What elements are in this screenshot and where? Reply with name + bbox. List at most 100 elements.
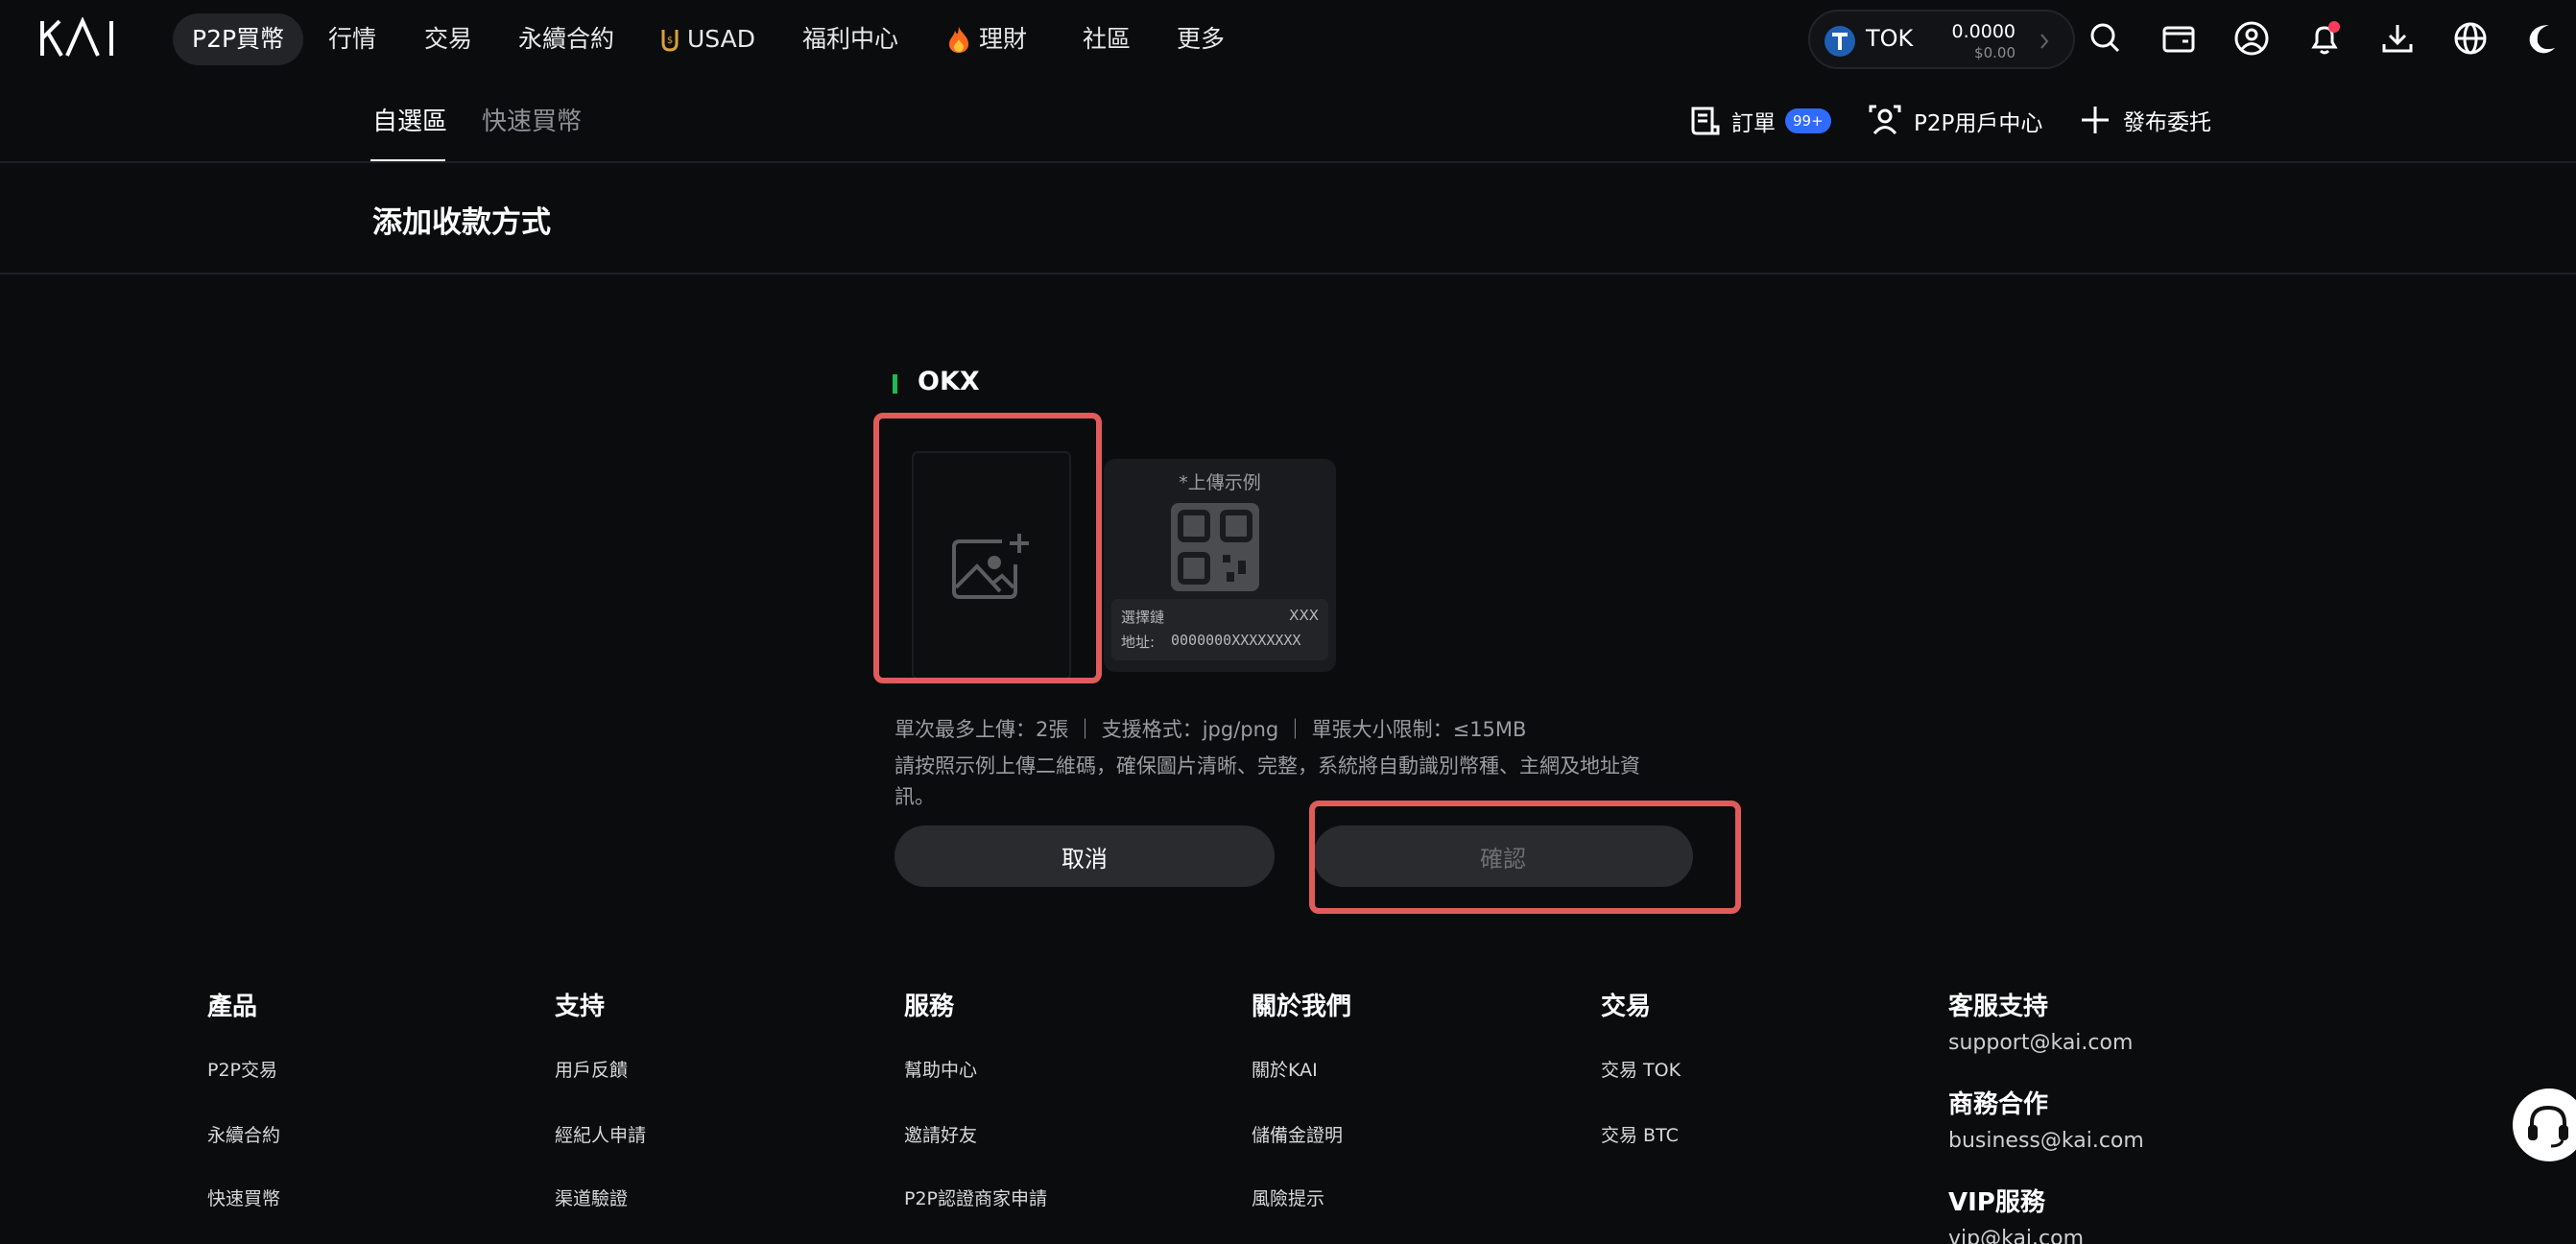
fire-icon bbox=[949, 27, 968, 53]
kai-logo-icon bbox=[40, 17, 113, 58]
footer-contact-email[interactable]: support@kai.com bbox=[1948, 1031, 2133, 1055]
qr-code-icon bbox=[1171, 503, 1259, 591]
footer-contact-email[interactable]: vip@kai.com bbox=[1948, 1227, 2084, 1244]
download-button[interactable] bbox=[2378, 19, 2417, 58]
sample-address-label: 地址: bbox=[1121, 634, 1156, 651]
nav-p2p[interactable]: P2P買幣 bbox=[173, 13, 304, 65]
upload-instruction-hint-cont: 訊。 bbox=[894, 785, 935, 808]
kai-logo[interactable] bbox=[38, 17, 125, 60]
footer-contact-title: 客服支持 bbox=[1948, 993, 2049, 1021]
footer-link[interactable]: 邀請好友 bbox=[904, 1121, 977, 1147]
subnav-divider bbox=[0, 161, 2576, 163]
sample-title: *上傳示例 bbox=[1179, 472, 1261, 493]
footer-contact-title: 商務合作 bbox=[1948, 1090, 2049, 1119]
footer-contact-email[interactable]: business@kai.com bbox=[1948, 1129, 2144, 1153]
language-button[interactable] bbox=[2451, 19, 2490, 58]
footer-link[interactable]: 永續合約 bbox=[207, 1121, 280, 1147]
chevron-right-icon bbox=[2040, 34, 2049, 49]
nav-label: 福利中心 bbox=[802, 25, 899, 53]
customer-support-button[interactable] bbox=[2513, 1088, 2576, 1161]
nav-usad[interactable]: $ USAD bbox=[660, 13, 755, 65]
user-center-icon bbox=[1869, 105, 1901, 135]
orders-label: 訂單 bbox=[1731, 111, 1776, 136]
footer-contact-title: VIP服務 bbox=[1948, 1188, 2045, 1217]
footer-link[interactable]: P2P交易 bbox=[207, 1056, 277, 1082]
orders-link[interactable]: 訂單 99+ bbox=[1687, 104, 1831, 138]
tab-quick-buy[interactable]: 快速買幣 bbox=[482, 102, 582, 137]
upload-sample-card: *上傳示例 選擇鏈 XXX 地址: 0000000XXXXXXXX bbox=[1104, 459, 1336, 672]
footer-link[interactable]: 渠道驗證 bbox=[555, 1184, 628, 1210]
notifications-button[interactable] bbox=[2305, 19, 2344, 58]
method-name: OKX bbox=[918, 367, 980, 396]
p2p-user-center-link[interactable]: P2P用戶中心 bbox=[1868, 104, 2042, 138]
nav-label: 永續合約 bbox=[518, 25, 615, 53]
footer-col-title: 支持 bbox=[555, 993, 606, 1021]
account-button[interactable] bbox=[2232, 19, 2271, 58]
publish-order-link[interactable]: 發布委托 bbox=[2079, 104, 2211, 136]
tab-label: 自選區 bbox=[372, 108, 448, 136]
orders-icon bbox=[1691, 107, 1720, 135]
cancel-button[interactable]: 取消 bbox=[894, 825, 1275, 887]
nav-wealth[interactable]: 理財 bbox=[946, 13, 1027, 65]
moon-icon bbox=[2529, 25, 2555, 54]
plus-icon bbox=[2082, 107, 2109, 133]
footer-col-title: 服務 bbox=[904, 993, 955, 1021]
footer-link[interactable]: 儲備金證明 bbox=[1252, 1121, 1343, 1147]
nav-market[interactable]: 行情 bbox=[328, 13, 376, 65]
wallet-button[interactable] bbox=[2159, 19, 2198, 58]
tok-coin-icon bbox=[1825, 26, 1855, 57]
sample-chain-label: 選擇鏈 bbox=[1121, 609, 1165, 626]
nav-trade[interactable]: 交易 bbox=[424, 13, 472, 65]
publish-label: 發布委托 bbox=[2123, 110, 2211, 135]
balance-amount: 0.0000 bbox=[1951, 21, 2015, 42]
nav-benefits[interactable]: 福利中心 bbox=[802, 13, 898, 65]
headset-icon bbox=[2528, 1105, 2568, 1148]
footer-link[interactable]: 幫助中心 bbox=[904, 1056, 977, 1082]
title-divider bbox=[0, 273, 2576, 275]
tab-label: 快速買幣 bbox=[482, 108, 583, 136]
search-button[interactable] bbox=[2087, 19, 2125, 58]
theme-toggle[interactable] bbox=[2524, 19, 2563, 58]
nav-label: 行情 bbox=[328, 25, 377, 53]
footer-col-title: 產品 bbox=[207, 993, 258, 1021]
nav-label: USAD bbox=[687, 25, 755, 53]
nav-more[interactable]: 更多 bbox=[1177, 13, 1225, 65]
wallet-icon bbox=[2162, 26, 2195, 53]
upload-highlight-frame bbox=[873, 413, 1102, 683]
sample-chain-value: XXX bbox=[1289, 607, 1319, 624]
nav-label: 更多 bbox=[1177, 25, 1226, 53]
sample-info-panel: 選擇鏈 XXX 地址: 0000000XXXXXXXX bbox=[1111, 599, 1328, 660]
user-center-label: P2P用戶中心 bbox=[1914, 111, 2043, 136]
svg-text:$: $ bbox=[667, 36, 673, 46]
search-icon bbox=[2090, 23, 2120, 53]
upload-instruction-hint: 請按照示例上傳二維碼，確保圖片清晰、完整，系統將自動識別幣種、主網及地址資 bbox=[894, 754, 1640, 778]
globe-icon bbox=[2454, 22, 2487, 55]
nav-label: 理財 bbox=[979, 25, 1028, 53]
user-circle-icon bbox=[2234, 21, 2269, 56]
tab-favorites[interactable]: 自選區 bbox=[372, 102, 447, 137]
footer-link[interactable]: P2P認證商家申請 bbox=[904, 1184, 1047, 1210]
footer-col-title: 交易 bbox=[1601, 993, 1652, 1021]
footer-link[interactable]: 風險提示 bbox=[1252, 1184, 1324, 1210]
footer-link[interactable]: 關於KAI bbox=[1252, 1056, 1318, 1082]
footer-link[interactable]: 快速買幣 bbox=[207, 1184, 280, 1210]
nav-label: 社區 bbox=[1083, 25, 1132, 53]
sample-address-value: 0000000XXXXXXXX bbox=[1171, 632, 1301, 649]
page-title: 添加收款方式 bbox=[372, 205, 551, 240]
bell-icon bbox=[2311, 21, 2340, 55]
nav-label: P2P買幣 bbox=[192, 25, 285, 53]
cancel-label: 取消 bbox=[1061, 845, 1108, 873]
footer-col-title: 關於我們 bbox=[1252, 993, 1352, 1021]
footer-link[interactable]: 經紀人申請 bbox=[555, 1121, 646, 1147]
footer-link[interactable]: 交易 BTC bbox=[1601, 1121, 1679, 1147]
nav-community[interactable]: 社區 bbox=[1083, 13, 1131, 65]
footer-link[interactable]: 交易 TOK bbox=[1601, 1056, 1681, 1082]
confirm-highlight-frame bbox=[1309, 801, 1741, 914]
nav-perpetual[interactable]: 永續合約 bbox=[518, 13, 614, 65]
method-accent-bar bbox=[893, 374, 897, 394]
balance-coin: TOK bbox=[1866, 25, 1914, 52]
nav-label: 交易 bbox=[424, 25, 473, 53]
footer-link[interactable]: 用戶反饋 bbox=[555, 1056, 628, 1082]
balance-pill[interactable]: TOK 0.0000 $0.00 bbox=[1808, 10, 2075, 69]
orders-badge: 99+ bbox=[1785, 108, 1831, 133]
